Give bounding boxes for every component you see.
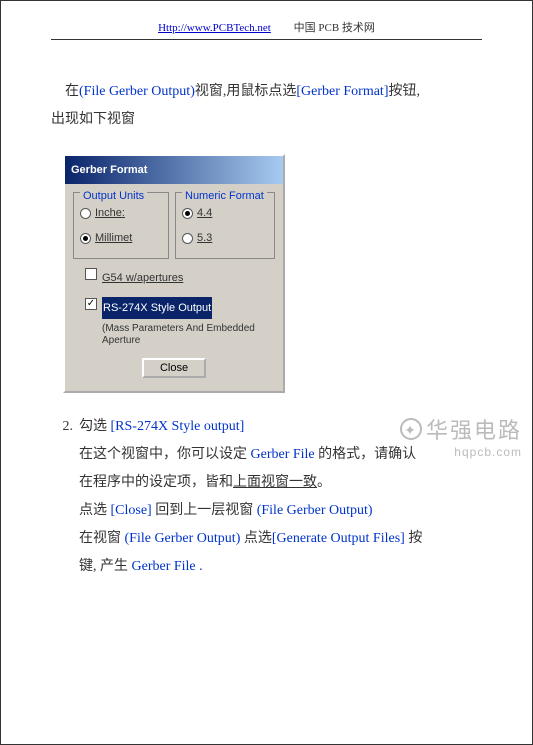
page-header: Http://www.PCBTech.net 中国 PCB 技术网 — [1, 1, 532, 48]
checkbox-rs274x[interactable]: RS-274X Style Output — [85, 297, 275, 319]
watermark-icon: ✦ — [400, 418, 422, 440]
intro-paragraph-2: 出现如下视窗 — [51, 106, 482, 134]
output-units-group: Output Units Inche: Millimet — [73, 192, 169, 259]
list-number: 2. — [51, 413, 79, 581]
watermark: ✦ 华强电路 hqpcb.com — [400, 413, 522, 459]
header-link[interactable]: Http://www.PCBTech.net — [158, 22, 271, 34]
radio-icon — [80, 233, 91, 244]
radio-icon — [80, 208, 91, 219]
numeric-format-legend: Numeric Format — [182, 185, 267, 207]
radio-53[interactable]: 5.3 — [182, 227, 268, 249]
dialog-titlebar: Gerber Format — [65, 156, 283, 184]
header-site-name: 中国 PCB 技术网 — [294, 22, 375, 34]
checkbox-rs274x-sub: (Mass Parameters And Embedded Aperture — [102, 323, 275, 347]
numeric-format-group: Numeric Format 4.4 5.3 — [175, 192, 275, 259]
document-content: 在(File Gerber Output)视窗,用鼠标点选[Gerber For… — [1, 48, 532, 581]
gerber-format-dialog: Gerber Format Output Units Inche: Millim… — [63, 154, 285, 393]
close-button[interactable]: Close — [142, 358, 206, 378]
radio-millimeter[interactable]: Millimet — [80, 227, 162, 249]
checkbox-g54[interactable]: G54 w/apertures — [85, 267, 275, 289]
intro-paragraph: 在(File Gerber Output)视窗,用鼠标点选[Gerber For… — [51, 78, 482, 106]
radio-icon — [182, 208, 193, 219]
checkbox-icon — [85, 298, 97, 310]
radio-icon — [182, 233, 193, 244]
header-divider — [51, 39, 482, 40]
output-units-legend: Output Units — [80, 185, 147, 207]
checkbox-icon — [85, 268, 97, 280]
